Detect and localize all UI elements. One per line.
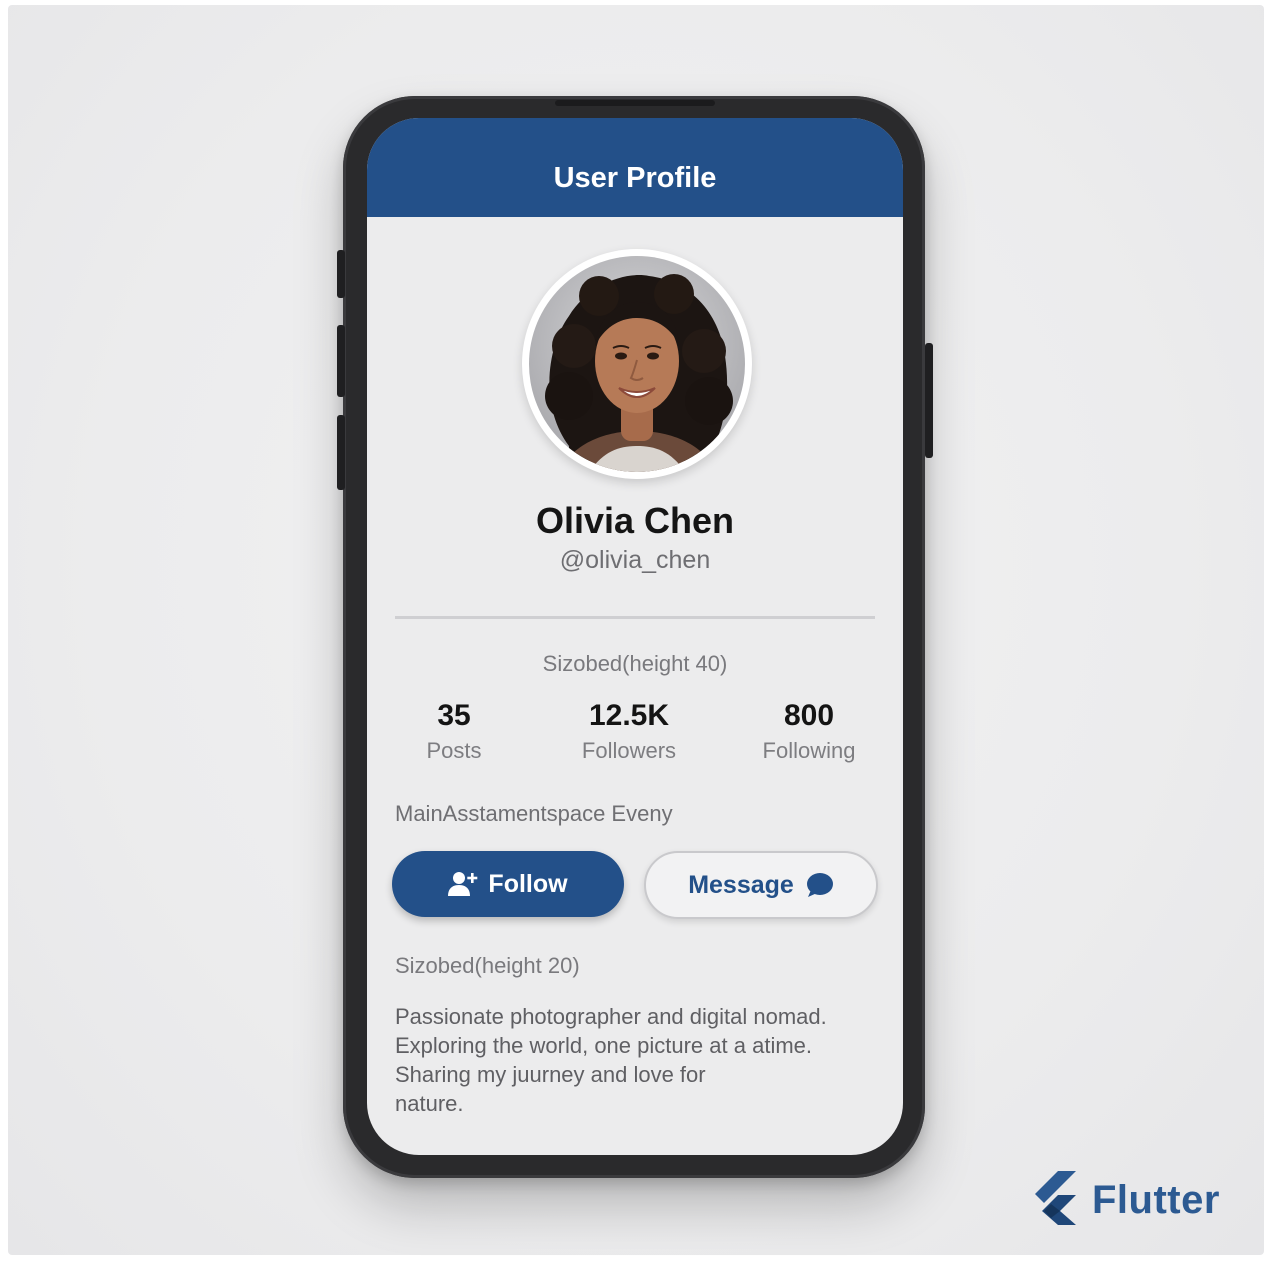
flutter-brand: Flutter <box>1030 1170 1220 1230</box>
profile-handle: @olivia_chen <box>559 546 711 574</box>
bio-line: Sharing my juurney and love for <box>395 1062 706 1087</box>
flutter-logo-icon <box>1030 1170 1078 1230</box>
stat-following[interactable]: 800 Following <box>719 698 899 764</box>
follow-button-label: Follow <box>488 869 568 898</box>
message-button-label: Message <box>688 870 794 899</box>
main-axis-label: MainAsstamentspace Eveny <box>395 801 673 826</box>
stat-followers[interactable]: 12.5K Followers <box>539 698 719 764</box>
phone-speaker <box>555 100 715 106</box>
avatar[interactable] <box>522 249 752 479</box>
divider <box>395 616 875 619</box>
stat-value: 800 <box>783 699 835 732</box>
avatar-image <box>529 256 745 472</box>
phone-side-button <box>337 250 345 298</box>
brand-name: Flutter <box>1092 1177 1220 1222</box>
stat-value: 12.5K <box>588 699 670 732</box>
stat-posts[interactable]: 35 Posts <box>367 698 544 764</box>
message-button[interactable]: Message <box>644 851 878 919</box>
stat-label: Following <box>762 738 856 763</box>
bio-line: nature. <box>395 1091 464 1116</box>
phone-side-button <box>925 343 933 458</box>
person-add-icon <box>448 871 478 897</box>
bio-text: Passionate photographer and digital noma… <box>395 1002 885 1118</box>
stat-value: 35 <box>437 699 471 732</box>
app-bar-title: User Profile <box>553 162 717 194</box>
bio-line: Passionate photographer and digital noma… <box>395 1004 827 1029</box>
phone-screen: User Profile Olivia Chen @olivia_chen Si… <box>367 118 903 1155</box>
chat-bubble-icon <box>806 872 834 898</box>
phone-side-button <box>337 415 345 490</box>
phone-side-button <box>337 325 345 397</box>
app-bar: User Profile <box>367 118 903 217</box>
bio-line: Exploring the world, one picture at a at… <box>395 1033 813 1058</box>
follow-button[interactable]: Follow <box>392 851 624 917</box>
sized-box-label: Sizobed(height 40) <box>542 651 728 676</box>
sized-box-label: Sizobed(height 20) <box>395 953 580 978</box>
stat-label: Posts <box>426 738 482 763</box>
stat-label: Followers <box>581 738 677 763</box>
profile-name: Olivia Chen <box>535 500 735 541</box>
